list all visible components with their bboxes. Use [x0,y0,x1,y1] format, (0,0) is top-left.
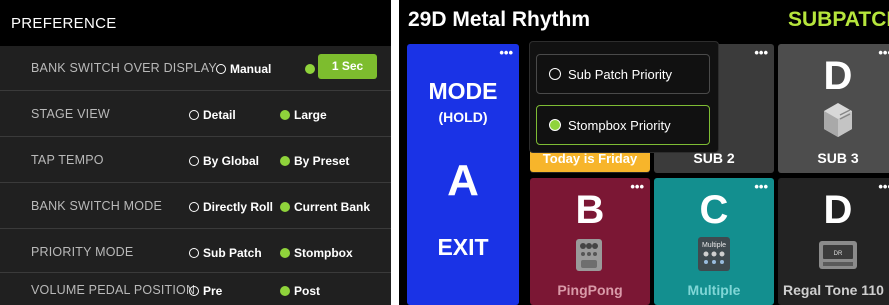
radio-unselected-icon [189,156,199,166]
option-by-preset[interactable]: By Preset [280,153,349,169]
option-timed[interactable] [305,61,319,77]
tile-c[interactable]: ••• C Multiple Multiple [654,178,774,305]
tile-sub3[interactable]: ••• D SUB 3 [778,44,889,173]
option-pre[interactable]: Pre [189,283,222,299]
option-label: Current Bank [294,200,371,214]
row-volume-pedal-position: VOLUME PEDAL POSITION Pre Post [0,268,391,305]
option-label: Detail [203,108,236,122]
option-manual[interactable]: Manual [216,61,271,77]
tile-letter: C [699,188,729,232]
row-label: STAGE VIEW [31,107,110,121]
option-label: Pre [203,284,223,298]
option-label: Stompbox Priority [568,117,671,133]
preference-title: PREFERENCE [11,15,117,32]
tile-name: SUB 3 [817,150,859,166]
radio-selected-icon [280,286,290,296]
option-label: Stompbox [294,246,353,260]
amp-logo-text: DR [834,251,843,257]
tile-d[interactable]: ••• D DR Regal Tone 110 [778,178,889,305]
tile-letter: D [823,54,853,98]
option-directly-roll[interactable]: Directly Roll [189,199,273,215]
tile-name: Regal Tone 110 [783,282,884,298]
more-icon[interactable]: ••• [754,46,768,59]
option-label: Sub Patch [203,246,262,260]
tile-letter: B [575,188,605,232]
radio-selected-icon [549,119,561,131]
mode-tile[interactable]: ••• MODE (HOLD) A EXIT [407,44,519,305]
option-label: Post [294,284,321,298]
row-label: VOLUME PEDAL POSITION [31,283,196,297]
hold-label: (HOLD) [438,109,488,125]
mode-label: MODE [428,78,498,104]
radio-unselected-icon [189,248,199,258]
option-label: Large [294,108,327,122]
radio-selected-icon [280,248,290,258]
option-large[interactable]: Large [280,107,327,123]
option-label: Manual [230,62,272,76]
preference-header: PREFERENCE [0,0,391,46]
stompbox-priority-option[interactable]: Stompbox Priority [536,105,710,145]
row-bank-switch-mode: BANK SWITCH MODE Directly Roll Current B… [0,184,391,230]
radio-unselected-icon [189,202,199,212]
divider [0,136,391,137]
option-current-bank[interactable]: Current Bank [280,199,370,215]
more-icon[interactable]: ••• [499,46,513,59]
divider [0,228,391,229]
row-label: BANK SWITCH OVER DISPLAY [31,61,217,75]
radio-selected-icon [280,110,290,120]
radio-unselected-icon [216,64,226,74]
sub-patch-priority-option[interactable]: Sub Patch Priority [536,54,710,94]
option-label: By Preset [294,154,350,168]
option-post[interactable]: Post [280,283,320,299]
divider [0,90,391,91]
stage-view: 29D Metal Rhythm SUBPATCH ••• MODE (HOLD… [399,0,889,305]
row-label: TAP TEMPO [31,153,104,167]
radio-selected-icon [280,156,290,166]
row-label: PRIORITY MODE [31,245,134,259]
tile-b[interactable]: ••• B PingPong [530,178,650,305]
option-label: By Global [203,154,260,168]
option-label: Sub Patch Priority [568,66,673,82]
row-stage-view: STAGE VIEW Detail Large [0,92,391,138]
option-sub-patch[interactable]: Sub Patch [189,245,262,261]
tile-name: Multiple [687,282,741,298]
radio-selected-icon [280,202,290,212]
radio-unselected-icon [549,68,561,80]
radio-unselected-icon [189,286,199,296]
subpatch-mode-title: SUBPATCH [788,8,889,31]
option-stompbox[interactable]: Stompbox [280,245,353,261]
amp-head-icon: DR [819,241,857,269]
amp-cabinet-icon [824,103,852,137]
preset-title: 29D Metal Rhythm [408,8,591,31]
divider [0,182,391,183]
option-by-global[interactable]: By Global [189,153,259,169]
delay-pedal-icon [576,239,602,271]
exit-label[interactable]: EXIT [407,234,519,261]
priority-popup: Sub Patch Priority Stompbox Priority [529,41,719,153]
row-label: BANK SWITCH MODE [31,199,162,213]
tile-letter: A [447,156,479,205]
option-label: Directly Roll [203,200,274,214]
multiple-pedal-icon: Multiple [698,237,730,271]
radio-selected-icon [305,64,315,74]
row-tap-tempo: TAP TEMPO By Global By Preset [0,138,391,184]
preference-panel: PREFERENCE BANK SWITCH OVER DISPLAY Manu… [0,0,391,305]
option-detail[interactable]: Detail [189,107,236,123]
tile-letter: D [823,188,853,232]
one-sec-button[interactable]: 1 Sec [318,54,377,79]
tile-name: PingPong [557,282,623,298]
radio-unselected-icon [189,110,199,120]
pedal-brand-text: Multiple [702,242,726,249]
